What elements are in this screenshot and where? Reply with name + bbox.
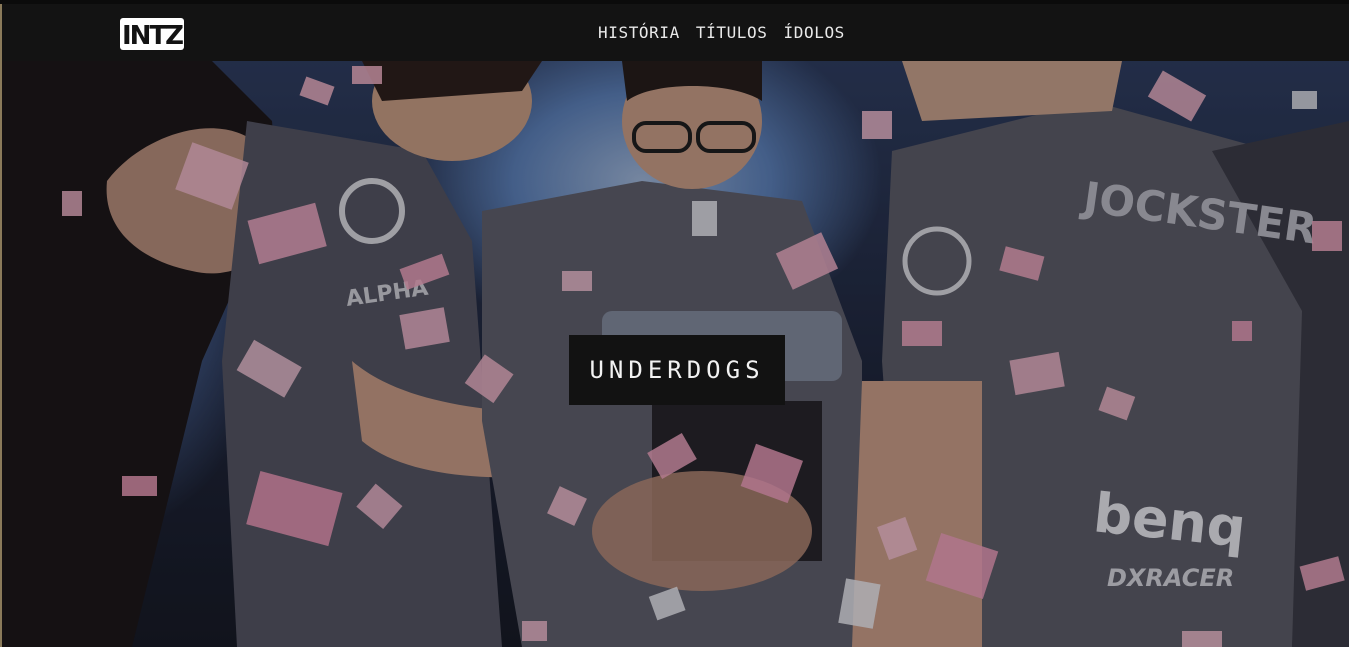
main-nav: HISTÓRIA TÍTULOS ÍDOLOS [598,4,845,61]
navbar: INTZ HISTÓRIA TÍTULOS ÍDOLOS [2,4,1349,61]
svg-text:INTZ: INTZ [122,21,183,51]
top-strip [0,0,1349,4]
intz-logo-icon: INTZ [120,18,185,51]
nav-titulos[interactable]: TÍTULOS [696,23,768,42]
nav-historia[interactable]: HISTÓRIA [598,23,680,42]
nav-idolos[interactable]: ÍDOLOS [784,23,845,42]
hero-title-box: UNDERDOGS [569,335,785,405]
intz-logo[interactable]: INTZ [119,17,185,51]
hero-title: UNDERDOGS [589,356,765,384]
